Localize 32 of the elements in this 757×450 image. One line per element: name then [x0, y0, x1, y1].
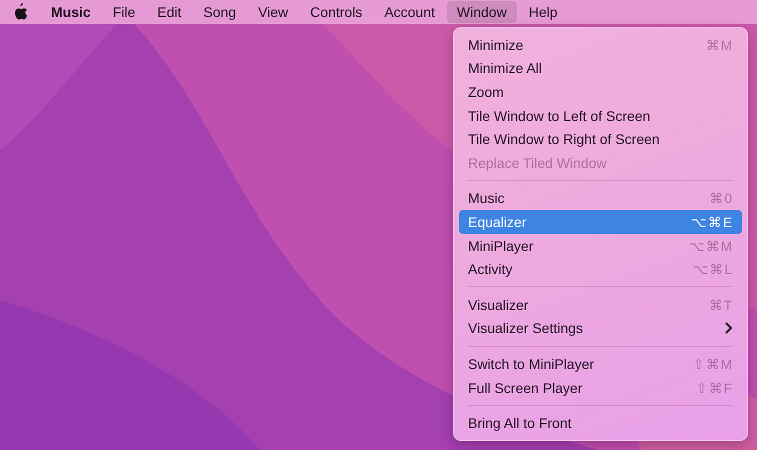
shortcut-label: ⌘T [708, 296, 733, 313]
menu-bar-item[interactable]: View [248, 1, 298, 23]
shortcut-label: ⌥⌘L [692, 261, 733, 278]
shortcut-label: ⇧⌘F [696, 380, 733, 396]
shortcut-label: ⌘M [706, 36, 733, 53]
menu-bar-item[interactable]: Account [374, 1, 445, 23]
menu-item[interactable]: Activity ⌥⌘L [459, 257, 742, 281]
menu-bar-item[interactable]: Song [193, 1, 246, 23]
menu-item[interactable]: Music ⌘0 [459, 186, 742, 210]
menu-item[interactable]: Visualizer Settings [459, 316, 742, 340]
menu-bar-item[interactable]: Window [446, 1, 517, 23]
shortcut-label: ⇧⌘M [692, 356, 733, 372]
menu-item[interactable]: MiniPlayer ⌥⌘M [459, 234, 742, 258]
menu-item[interactable]: Minimize ⌘M [459, 33, 742, 57]
shortcut-label: ⌥⌘M [688, 238, 733, 254]
menu-item[interactable]: Minimize All [459, 56, 742, 80]
menu-bar-item[interactable]: Edit [147, 1, 192, 23]
app-menu[interactable]: Music [41, 1, 101, 23]
menu-item[interactable]: Tile Window to Right of Screen [459, 127, 742, 151]
menu-bar-item[interactable]: Controls [300, 1, 372, 23]
menu-item[interactable]: Tile Window to Left of Screen [459, 104, 742, 128]
menu-item[interactable]: Zoom [459, 80, 742, 104]
menu-bar-item[interactable]: Help [518, 1, 568, 23]
shortcut-label: ⌘0 [709, 190, 733, 206]
menu-item[interactable]: Bring All to Front [459, 411, 742, 435]
apple-logo-icon[interactable] [12, 3, 28, 21]
menu-bar-item[interactable]: File [102, 1, 146, 23]
shortcut-label: ⌥⌘E [690, 214, 733, 230]
menu-item[interactable]: Switch to MiniPlayer ⇧⌘M [459, 352, 742, 376]
menu-item[interactable]: Equalizer ⌥⌘E [459, 210, 742, 234]
menu-item[interactable]: Full Screen Player ⇧⌘F [459, 376, 742, 400]
menu-item[interactable]: Visualizer ⌘T [459, 292, 742, 317]
